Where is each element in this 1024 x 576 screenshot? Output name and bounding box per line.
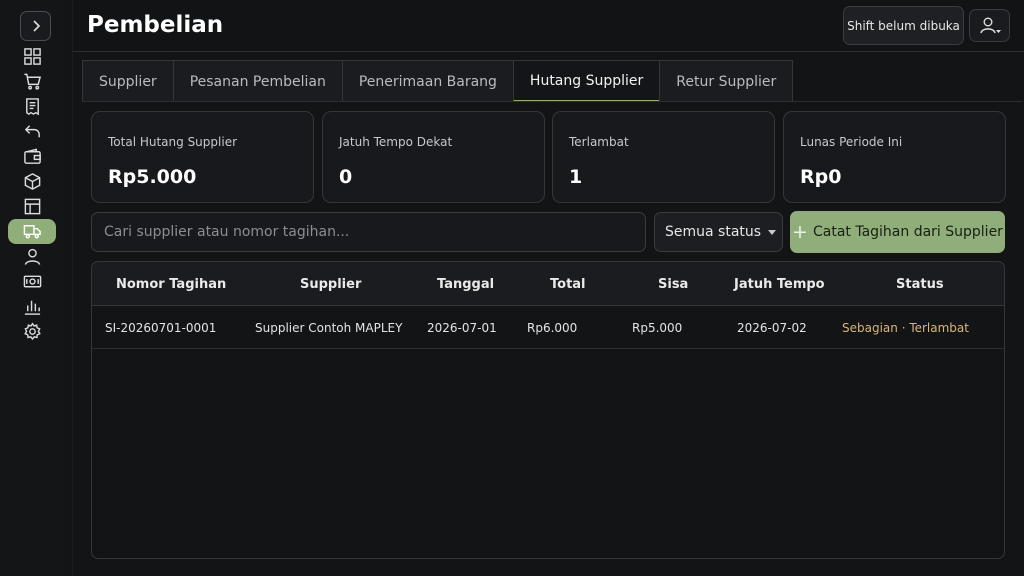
caret-down-icon	[768, 230, 776, 235]
user-menu-button[interactable]	[969, 9, 1010, 42]
sidebar-item-reports[interactable]	[8, 294, 56, 319]
column-header[interactable]: Total	[550, 277, 586, 292]
user-dropdown-icon	[979, 17, 1001, 33]
cell-status: Sebagian · Terlambat	[842, 321, 969, 335]
page-header: Pembelian Shift belum dibuka	[73, 0, 1024, 52]
card-value: Rp0	[800, 166, 842, 188]
status-filter-select[interactable]: Semua status	[654, 212, 783, 252]
sidebar-item-sales[interactable]	[8, 69, 56, 94]
purchase-tabs: Supplier Pesanan Pembelian Penerimaan Ba…	[82, 60, 794, 102]
card-label: Terlambat	[569, 135, 629, 149]
cell-total: Rp6.000	[527, 321, 578, 335]
sidebar-item-settings[interactable]	[8, 319, 56, 344]
truck-icon	[23, 225, 41, 239]
payables-table: Nomor Tagihan Supplier Tanggal Total Sis…	[91, 261, 1005, 559]
wallet-icon	[23, 148, 41, 164]
sidebar-item-transactions[interactable]	[8, 94, 56, 119]
sidebar-nav	[8, 44, 56, 344]
card-due-soon: Jatuh Tempo Dekat 0	[322, 111, 545, 203]
cell-due-date: 2026-07-02	[737, 321, 807, 335]
box-icon	[24, 173, 40, 190]
cash-icon	[23, 275, 41, 288]
sidebar-item-customers[interactable]	[8, 244, 56, 269]
undo-icon	[24, 125, 40, 138]
user-icon	[24, 248, 40, 265]
add-supplier-bill-button[interactable]: + Catat Tagihan dari Supplier	[790, 211, 1005, 253]
column-header[interactable]: Nomor Tagihan	[116, 277, 226, 292]
cell-supplier: Supplier Contoh MAPLEY	[255, 321, 403, 335]
column-header[interactable]: Jatuh Tempo	[734, 277, 825, 292]
sidebar	[0, 0, 64, 576]
card-value: Rp5.000	[108, 166, 197, 188]
sidebar-item-inventory[interactable]	[8, 194, 56, 219]
table-header: Nomor Tagihan Supplier Tanggal Total Sis…	[92, 262, 1004, 306]
column-header[interactable]: Sisa	[658, 277, 688, 292]
receipt-icon	[25, 98, 39, 116]
sidebar-item-dashboard[interactable]	[8, 44, 56, 69]
summary-cards: Total Hutang Supplier Rp5.000 Jatuh Temp…	[91, 111, 1006, 203]
sidebar-item-cash[interactable]	[8, 269, 56, 294]
grid-icon	[23, 48, 41, 65]
card-label: Lunas Periode Ini	[800, 135, 903, 149]
sidebar-item-purchasing[interactable]	[8, 219, 56, 244]
card-overdue: Terlambat 1	[552, 111, 775, 203]
tab-supplier-payable[interactable]: Hutang Supplier	[512, 60, 661, 102]
search-input[interactable]: Cari supplier atau nomor tagihan...	[91, 212, 646, 252]
card-value: 1	[569, 166, 583, 188]
cell-remaining: Rp5.000	[632, 321, 683, 335]
page-title: Pembelian	[87, 12, 224, 38]
status-filter-value: Semua status	[665, 224, 762, 240]
chevron-right-icon	[32, 20, 40, 32]
sidebar-item-wallet[interactable]	[8, 144, 56, 169]
tab-supplier[interactable]: Supplier	[82, 60, 174, 102]
tab-goods-receipt[interactable]: Penerimaan Barang	[341, 60, 514, 102]
column-header[interactable]: Tanggal	[437, 277, 494, 292]
tab-supplier-return[interactable]: Retur Supplier	[659, 60, 794, 102]
sidebar-toggle-button[interactable]	[20, 11, 51, 41]
plus-icon: +	[792, 220, 808, 243]
column-header[interactable]: Supplier	[300, 277, 361, 292]
tab-purchase-order[interactable]: Pesanan Pembelian	[172, 60, 343, 102]
add-supplier-bill-label: Catat Tagihan dari Supplier	[812, 224, 1003, 240]
gear-icon	[23, 322, 41, 341]
card-paid-period: Lunas Periode Ini Rp0	[783, 111, 1006, 203]
sidebar-item-products[interactable]	[8, 169, 56, 194]
table-row[interactable]: SI-20260701-0001 Supplier Contoh MAPLEY …	[92, 306, 1004, 349]
sidebar-item-returns[interactable]	[8, 119, 56, 144]
cell-date: 2026-07-01	[427, 321, 497, 335]
column-header[interactable]: Status	[896, 277, 944, 292]
cell-invoice-number: SI-20260701-0001	[105, 321, 217, 335]
card-label: Total Hutang Supplier	[108, 135, 238, 149]
bar-chart-icon	[24, 300, 40, 315]
shift-status-button[interactable]: Shift belum dibuka	[843, 6, 964, 45]
cart-icon	[23, 73, 41, 90]
table-icon	[24, 198, 40, 215]
card-value: 0	[339, 166, 353, 188]
sidebar-divider	[72, 0, 73, 576]
card-total-payable: Total Hutang Supplier Rp5.000	[91, 111, 314, 203]
card-label: Jatuh Tempo Dekat	[339, 135, 453, 149]
